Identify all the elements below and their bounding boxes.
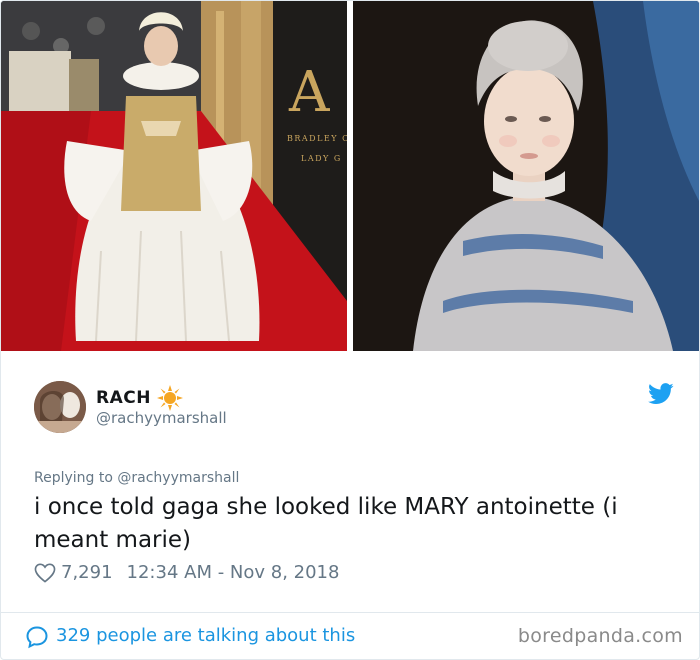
replying-to-prefix: Replying to [34,470,113,486]
tweet-media[interactable]: A BRADLEY CO LADY G [1,1,699,351]
heart-icon[interactable] [34,563,56,583]
replying-to: Replying to @rachyymarshall [34,470,239,486]
photo-red-carpet[interactable]: A BRADLEY CO LADY G [1,1,347,351]
tweet-text: i once told gaga she looked like MARY an… [34,494,618,553]
sign-line2: LADY G [301,154,342,163]
tweet-footer: 329 people are talking about this boredp… [1,612,699,659]
tweet-header: RACH @rachyymarshall [34,379,674,439]
sign-line1: BRADLEY CO [287,134,347,143]
tweet-meta: 7,291 12:34 AM - Nov 8, 2018 [34,562,339,583]
handle[interactable]: @rachyymarshall [96,409,227,427]
avatar[interactable] [34,381,86,433]
photo-portrait[interactable] [353,1,699,351]
twitter-bird-icon[interactable] [648,383,674,405]
timestamp[interactable]: 12:34 AM - Nov 8, 2018 [127,562,340,583]
display-name[interactable]: RACH [96,388,151,408]
replying-to-handle[interactable]: @rachyymarshall [117,470,239,486]
sign-letter: A [288,60,330,125]
speech-bubble-icon[interactable] [25,625,49,649]
like-count[interactable]: 7,291 [61,562,113,583]
brand-watermark: boredpanda.com [517,625,683,647]
sun-icon [156,385,183,411]
tweet-card: A BRADLEY CO LADY G [0,0,700,660]
talking-about-link[interactable]: 329 people are talking about this [56,625,355,646]
